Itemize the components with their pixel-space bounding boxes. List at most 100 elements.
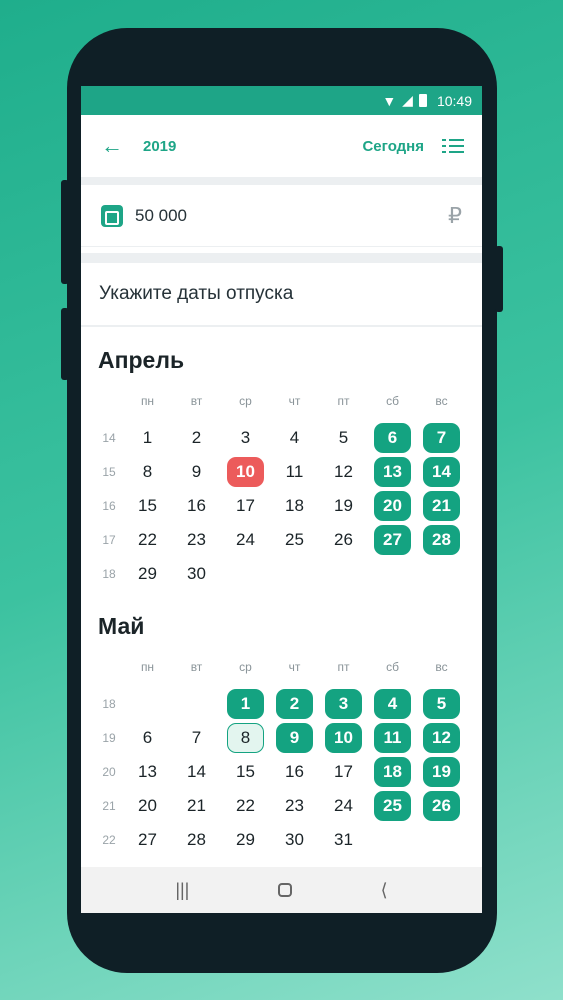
selected-day[interactable]: 10 <box>325 723 362 753</box>
day[interactable]: 17 <box>227 491 264 521</box>
day[interactable]: 2 <box>178 423 215 453</box>
day[interactable]: 23 <box>178 525 215 555</box>
day[interactable]: 14 <box>178 757 215 787</box>
week-number: 18 <box>102 567 116 581</box>
day[interactable]: 16 <box>276 757 313 787</box>
selected-day[interactable]: 1 <box>227 689 264 719</box>
day[interactable]: 8 <box>227 723 264 753</box>
day-cell: 20 <box>368 491 417 521</box>
month-block: Май пн вт ср чт пт сб вс 18 1 2 3 4 5 19 6 7 8 9 10 11 12 20 13… <box>81 591 482 857</box>
day-cell: 19 <box>417 757 466 787</box>
day[interactable]: 18 <box>276 491 313 521</box>
day-cell: 12 <box>417 723 466 753</box>
weekday-label: пт <box>337 660 350 674</box>
day[interactable]: 22 <box>227 791 264 821</box>
day-cell: 3 <box>319 689 368 719</box>
selected-day[interactable]: 11 <box>374 723 411 753</box>
week-number: 16 <box>102 499 116 513</box>
day-cell: 6 <box>368 423 417 453</box>
day[interactable]: 21 <box>178 791 215 821</box>
day[interactable]: 4 <box>276 423 313 453</box>
day[interactable]: 26 <box>325 525 362 555</box>
selected-day[interactable]: 18 <box>374 757 411 787</box>
week-row: 18 1 2 3 4 5 <box>81 687 482 721</box>
day[interactable]: 31 <box>325 825 362 855</box>
selected-day[interactable]: 20 <box>374 491 411 521</box>
day[interactable]: 24 <box>325 791 362 821</box>
selected-day[interactable]: 19 <box>423 757 460 787</box>
day[interactable]: 19 <box>325 491 362 521</box>
selected-day[interactable]: 6 <box>374 423 411 453</box>
day[interactable]: 1 <box>129 423 166 453</box>
back-arrow-icon[interactable]: ← <box>101 133 143 159</box>
day[interactable]: 20 <box>129 791 166 821</box>
day[interactable]: 11 <box>276 457 313 487</box>
week-row: 20 13 14 15 16 17 18 19 <box>81 755 482 789</box>
budget-row[interactable]: 50 000 ₽ <box>81 185 482 247</box>
day[interactable]: 24 <box>227 525 264 555</box>
day[interactable]: 22 <box>129 525 166 555</box>
day[interactable]: 8 <box>129 457 166 487</box>
day[interactable]: 25 <box>276 525 313 555</box>
week-row: 17 22 23 24 25 26 27 28 <box>81 523 482 557</box>
day[interactable]: 15 <box>129 491 166 521</box>
day[interactable]: 15 <box>227 757 264 787</box>
day-cell: 19 <box>319 491 368 521</box>
day[interactable]: 13 <box>129 757 166 787</box>
day-cell: 7 <box>417 423 466 453</box>
weekday-label: ср <box>239 394 252 408</box>
back-icon[interactable]: ⟨ <box>381 880 388 901</box>
selected-day[interactable]: 25 <box>374 791 411 821</box>
day-cell: 29 <box>123 559 172 589</box>
day-cell: 15 <box>123 491 172 521</box>
list-icon[interactable] <box>442 137 464 155</box>
selected-day[interactable]: 5 <box>423 689 460 719</box>
selected-day[interactable]: 9 <box>276 723 313 753</box>
weekday-label: сб <box>386 660 399 674</box>
budget-amount: 50 000 <box>135 205 187 225</box>
home-icon[interactable] <box>277 883 292 897</box>
selected-day[interactable]: 4 <box>374 689 411 719</box>
day[interactable]: 3 <box>227 423 264 453</box>
day[interactable]: 5 <box>325 423 362 453</box>
day[interactable]: 17 <box>325 757 362 787</box>
selected-day[interactable]: 21 <box>423 491 460 521</box>
power-button <box>495 246 503 312</box>
day[interactable]: 23 <box>276 791 313 821</box>
day[interactable]: 30 <box>178 559 215 589</box>
day-cell: 21 <box>172 791 221 821</box>
day[interactable]: 16 <box>178 491 215 521</box>
today-day[interactable]: 10 <box>227 457 264 487</box>
selected-day[interactable]: 27 <box>374 525 411 555</box>
today-button[interactable]: Сегодня <box>362 138 424 155</box>
day[interactable]: 6 <box>129 723 166 753</box>
selected-day[interactable]: 26 <box>423 791 460 821</box>
day-cell: 13 <box>123 757 172 787</box>
day[interactable]: 12 <box>325 457 362 487</box>
day[interactable]: 28 <box>178 825 215 855</box>
divider <box>81 253 482 263</box>
selected-day[interactable]: 13 <box>374 457 411 487</box>
day-cell: 14 <box>417 457 466 487</box>
selected-day[interactable]: 3 <box>325 689 362 719</box>
recents-icon[interactable]: ||| <box>175 880 189 901</box>
day[interactable]: 9 <box>178 457 215 487</box>
day[interactable]: 27 <box>129 825 166 855</box>
day[interactable]: 29 <box>227 825 264 855</box>
year-title: 2019 <box>143 137 177 155</box>
selected-day[interactable]: 7 <box>423 423 460 453</box>
month-title: Апрель <box>98 347 185 373</box>
day[interactable]: 29 <box>129 559 166 589</box>
day[interactable]: 30 <box>276 825 313 855</box>
selected-day[interactable]: 12 <box>423 723 460 753</box>
day-cell: 22 <box>123 525 172 555</box>
selected-day[interactable]: 2 <box>276 689 313 719</box>
day-cell: 23 <box>270 791 319 821</box>
selected-day[interactable]: 14 <box>423 457 460 487</box>
week-number: 21 <box>102 799 116 813</box>
selected-day[interactable]: 28 <box>423 525 460 555</box>
day[interactable]: 7 <box>178 723 215 753</box>
day-cell: 23 <box>172 525 221 555</box>
battery-icon <box>418 94 427 107</box>
weekday-label: чт <box>288 660 301 674</box>
